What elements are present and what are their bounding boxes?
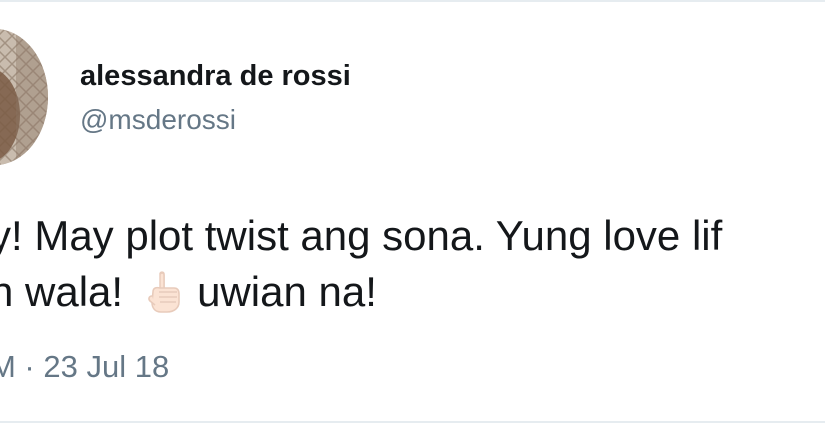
tweet-text-line-1: y! May plot twist ang sona. Yung love li… bbox=[0, 212, 723, 259]
tweet-text-line-2: n wala! uwian na! bbox=[0, 264, 722, 320]
author-block: alessandra de rossi @msderossi bbox=[80, 58, 351, 138]
avatar[interactable] bbox=[0, 29, 48, 165]
tweet-card: alessandra de rossi @msderossi y! May pl… bbox=[0, 0, 825, 423]
avatar-photo-icon bbox=[0, 29, 48, 165]
tweet-text-line-2-start: n wala! bbox=[0, 268, 124, 315]
author-display-name[interactable]: alessandra de rossi bbox=[80, 58, 351, 94]
tweet-text-line-2-end: uwian na! bbox=[197, 268, 377, 315]
tweet-timestamp[interactable]: M · 23 Jul 18 bbox=[0, 347, 169, 387]
pointing-up-hand-icon bbox=[148, 271, 180, 313]
tweet-text: y! May plot twist ang sona. Yung love li… bbox=[0, 208, 722, 320]
author-handle[interactable]: @msderossi bbox=[80, 102, 351, 138]
top-divider bbox=[0, 0, 825, 2]
